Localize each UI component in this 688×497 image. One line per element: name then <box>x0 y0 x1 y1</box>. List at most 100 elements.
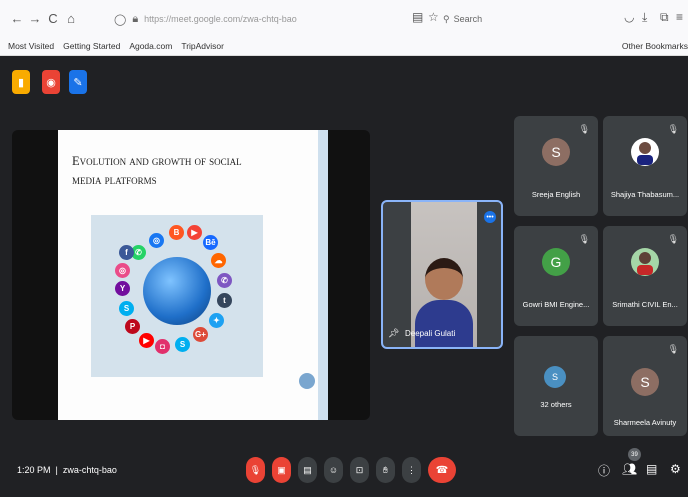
present-button[interactable]: ⊡ <box>350 457 369 483</box>
menu-icon[interactable]: ≡ <box>676 10 683 24</box>
viber-icon: ◎ <box>149 233 164 248</box>
raise-hand-button[interactable]: ✋︎ <box>376 457 395 483</box>
chat-icon[interactable]: ▤ <box>646 462 657 476</box>
youtube-icon: ▶ <box>187 225 202 240</box>
mic-off-icon: 🎙︎ <box>578 234 590 244</box>
slide-decoration <box>299 373 315 389</box>
reload-icon[interactable]: C <box>44 11 62 26</box>
youtube-icon-2: ▶ <box>139 333 154 348</box>
skype-icon: S <box>175 337 190 352</box>
activities-icon[interactable]: ⚙ <box>670 462 681 476</box>
avatar: S <box>631 368 659 396</box>
participant-name: Srimathi CIVIL En... <box>612 300 678 309</box>
twitter-icon: ✦ <box>209 313 224 328</box>
extensions-icon[interactable]: ⧉ <box>660 10 669 25</box>
search-icon: ⚲ <box>443 13 450 24</box>
participant-tile[interactable]: 🎙︎ S Sreeja English <box>514 116 598 216</box>
speaker-name: Deepali Gulati <box>405 329 456 338</box>
bookmark-tripadvisor[interactable]: TripAdvisor <box>181 41 224 51</box>
more-options-button[interactable]: ⋮ <box>402 457 421 483</box>
phone-hangup-icon: ☎ <box>435 464 449 476</box>
meeting-details-icon[interactable]: ⓘ <box>598 462 610 479</box>
downloads-icon[interactable]: ⤓ <box>642 10 647 25</box>
meeting-time: 1:20 PM <box>17 465 51 475</box>
participant-name: Shajiya Thabasum... <box>610 190 680 199</box>
yahoo-icon: Y <box>115 281 130 296</box>
url-bar[interactable]: ◯ 🔒︎ https://meet.google.com/zwa-chtq-ba… <box>114 8 409 30</box>
back-icon[interactable]: ← <box>8 11 26 26</box>
avatar: S <box>542 138 570 166</box>
meeting-code: zwa-chtq-bao <box>62 465 117 475</box>
other-bookmarks[interactable]: Other Bookmarks <box>622 41 688 51</box>
globe-icon <box>143 257 211 325</box>
bookmark-most-visited[interactable]: Most Visited <box>8 41 54 51</box>
participant-name: Sreeja English <box>531 190 581 199</box>
participant-name: Sharmeela Avinuty <box>613 418 677 427</box>
pin-icon: 📌︎ <box>388 328 400 338</box>
home-icon[interactable]: ⌂ <box>62 11 80 26</box>
speaker-tile[interactable]: ••• 📌︎ Deepali Gulati <box>381 200 503 349</box>
social-media-globe-image: ✆ ◎ B ▶ Bē ☁ ✆ t ✦ G+ S ◘ ▶ P S Y ◎ f <box>91 215 263 377</box>
separator: | <box>53 465 61 475</box>
emoji-button[interactable]: ☺ <box>324 457 343 483</box>
slide: Evolution and growth of social media pla… <box>58 130 328 420</box>
instagram-icon: ◘ <box>155 339 170 354</box>
present-icon: ⊡ <box>355 464 364 475</box>
mic-off-icon: 🎙︎ <box>578 124 590 134</box>
pocket-icon[interactable]: ◡ <box>624 10 634 24</box>
mic-off-icon: 🎙︎ <box>667 124 679 134</box>
bookmarks-bar: Most Visited Getting Started Agoda.com T… <box>0 36 688 56</box>
others-avatar-icon: S <box>544 366 566 388</box>
camera-toggle-button[interactable]: ▣ <box>272 457 291 483</box>
participant-tile[interactable]: 🎙︎ G Gowri BMI Engine... <box>514 226 598 326</box>
more-vert-icon: ⋮ <box>407 464 416 475</box>
participant-tile[interactable]: S 32 others <box>514 336 598 436</box>
mic-off-icon: 🎙︎ <box>667 234 679 244</box>
presentation-tile[interactable]: Evolution and growth of social media pla… <box>12 130 370 420</box>
participant-tile[interactable]: 🎙︎ Shajiya Thabasum... <box>603 116 687 216</box>
search-input[interactable]: ⚲ Search <box>443 8 583 30</box>
mic-off-icon: 🎙︎ <box>249 464 262 475</box>
emoji-icon: ☺ <box>328 465 339 475</box>
captions-icon: ▤ <box>303 464 312 475</box>
viber-icon-2: ✆ <box>217 273 232 288</box>
avatar: G <box>542 248 570 276</box>
url-text: https://meet.google.com/zwa-chtq-bao <box>144 14 297 24</box>
participant-name: Gowri BMI Engine... <box>522 300 590 309</box>
blogger-icon: B <box>169 225 184 240</box>
people-icon[interactable]: 👥︎ <box>622 462 637 476</box>
speaker-video <box>411 202 477 347</box>
reader-view-icon[interactable]: ▤ <box>412 10 423 24</box>
speaker-head <box>425 258 463 300</box>
record-extension-icon[interactable]: ◉ <box>42 70 60 94</box>
captions-button[interactable]: ▤ <box>298 457 317 483</box>
person-photo-icon <box>637 142 653 165</box>
bookmark-getting-started[interactable]: Getting Started <box>63 41 120 51</box>
behance-icon: Bē <box>203 235 218 250</box>
google-plus-icon: G+ <box>193 327 208 342</box>
forward-icon[interactable]: → <box>26 11 44 26</box>
search-placeholder: Search <box>453 14 483 24</box>
bookmark-star-icon[interactable]: ☆ <box>428 10 439 24</box>
slide-title: Evolution and growth of social media pla… <box>72 154 242 187</box>
hand-extension-icon[interactable]: ▮ <box>12 70 30 94</box>
dribbble-icon: ◎ <box>115 263 130 278</box>
more-options-icon[interactable]: ••• <box>484 211 496 223</box>
participant-tile[interactable]: 🎙︎ S Sharmeela Avinuty <box>603 336 687 436</box>
camera-off-icon: ▣ <box>277 464 286 475</box>
avatar-photo <box>631 138 659 166</box>
meeting-info: 1:20 PM | zwa-chtq-bao <box>17 465 117 475</box>
pinterest-icon: P <box>125 319 140 334</box>
participant-tile[interactable]: 🎙︎ Srimathi CIVIL En... <box>603 226 687 326</box>
speaker-body <box>415 300 473 347</box>
end-call-button[interactable]: ☎ <box>428 457 456 483</box>
mic-toggle-button[interactable]: 🎙︎ <box>246 457 265 483</box>
notes-extension-icon[interactable]: ✎ <box>69 70 87 94</box>
lock-icon: 🔒︎ <box>132 12 139 25</box>
soundcloud-icon: ☁ <box>211 253 226 268</box>
skype-icon-2: S <box>119 301 134 316</box>
mic-off-icon: 🎙︎ <box>667 344 679 354</box>
bookmark-agoda[interactable]: Agoda.com <box>129 41 172 51</box>
avatar-photo <box>631 248 659 276</box>
tumblr-icon: t <box>217 293 232 308</box>
